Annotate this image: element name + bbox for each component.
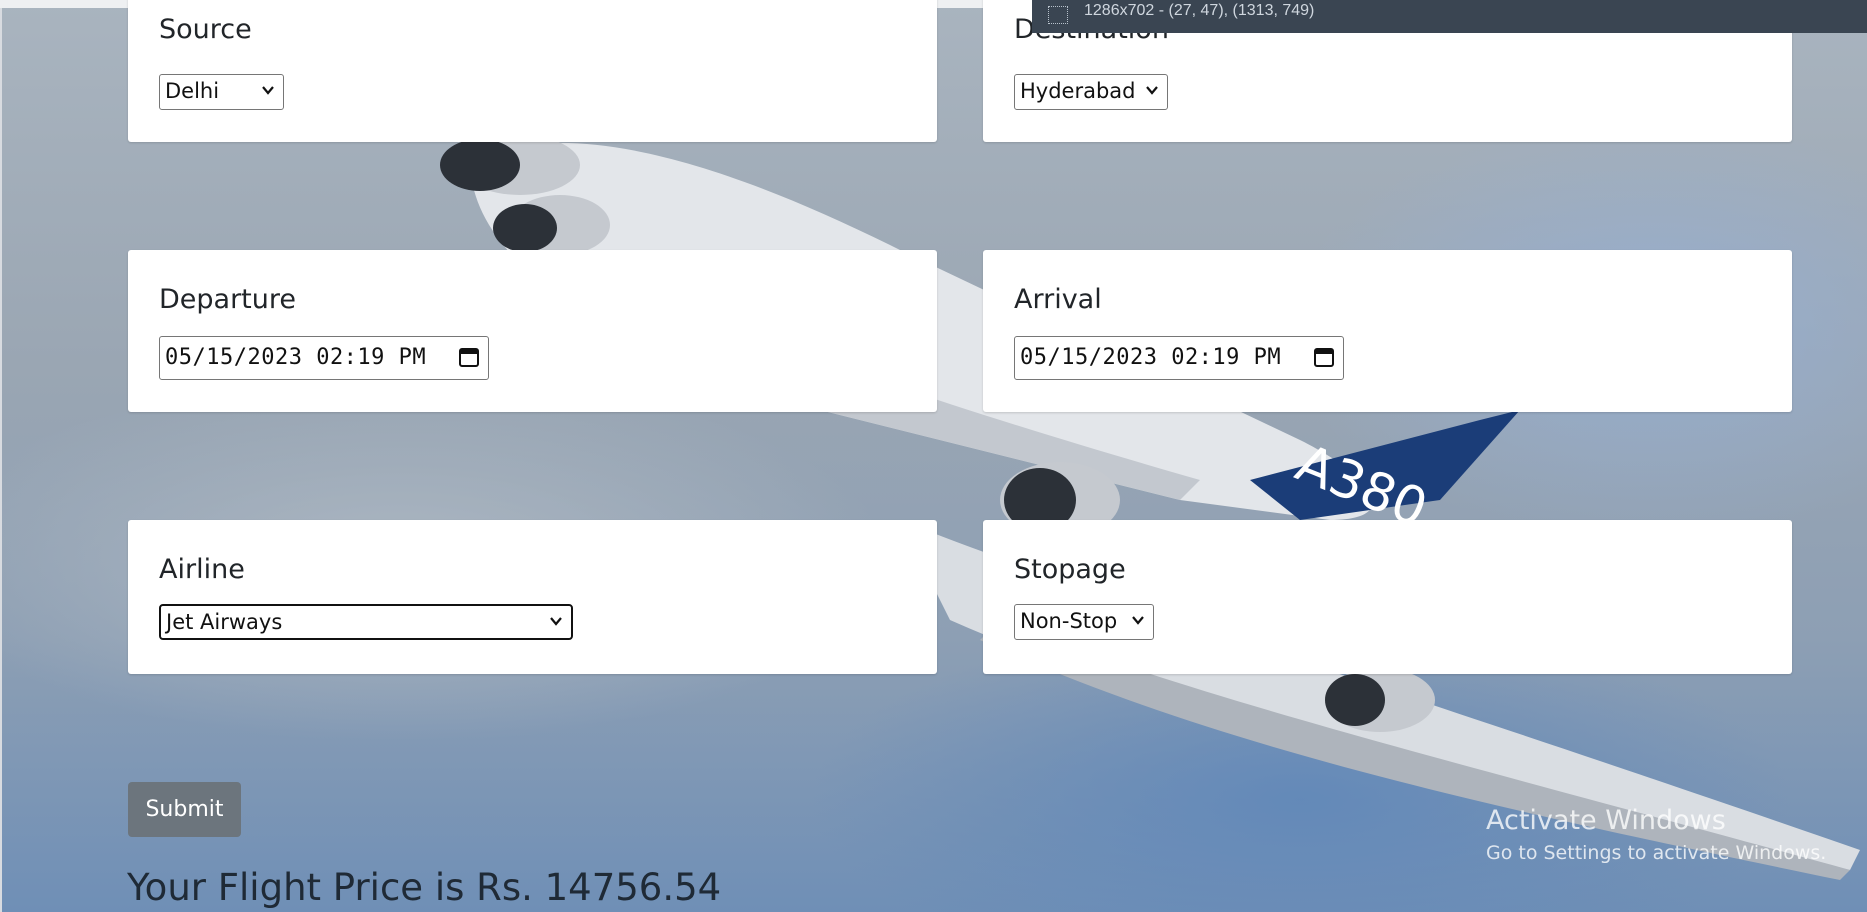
airline-label: Airline	[159, 554, 245, 585]
arrival-card: Arrival 05/15/2023 02:19 PM	[983, 250, 1792, 412]
departure-label: Departure	[159, 284, 297, 315]
arrival-label: Arrival	[1014, 284, 1102, 315]
calendar-icon[interactable]	[1313, 346, 1335, 368]
chevron-down-icon	[550, 617, 562, 626]
stopage-card: Stopage Non-Stop	[983, 520, 1792, 674]
flight-price-result: Your Flight Price is Rs. 14756.54	[127, 866, 722, 909]
selection-icon	[1048, 6, 1068, 24]
watermark-subtitle: Go to Settings to activate Windows.	[1486, 842, 1827, 864]
chevron-down-icon	[262, 86, 274, 95]
source-select[interactable]: Delhi	[159, 74, 284, 110]
stopage-label: Stopage	[1014, 554, 1126, 585]
screen-capture-overlay: 1286x702 - (27, 47), (1313, 749)	[1032, 0, 1867, 33]
destination-select[interactable]: Hyderabad	[1014, 74, 1168, 110]
stopage-select[interactable]: Non-Stop	[1014, 604, 1154, 640]
arrival-value: 05/15/2023 02:19 PM	[1020, 345, 1282, 370]
window-edge	[0, 0, 2, 912]
selection-info: 1286x702 - (27, 47), (1313, 749)	[1084, 2, 1315, 19]
airline-card: Airline Jet Airways	[128, 520, 937, 674]
calendar-icon[interactable]	[458, 346, 480, 368]
arrival-datetime-input[interactable]: 05/15/2023 02:19 PM	[1014, 336, 1344, 380]
watermark-title: Activate Windows	[1486, 805, 1726, 836]
departure-value: 05/15/2023 02:19 PM	[165, 345, 427, 370]
departure-datetime-input[interactable]: 05/15/2023 02:19 PM	[159, 336, 489, 380]
source-card: Source Delhi	[128, 0, 937, 142]
chevron-down-icon	[1146, 86, 1158, 95]
airline-value: Jet Airways	[166, 610, 283, 634]
submit-button[interactable]: Submit	[128, 782, 241, 837]
departure-card: Departure 05/15/2023 02:19 PM	[128, 250, 937, 412]
source-value: Delhi	[165, 79, 220, 103]
chevron-down-icon	[1132, 616, 1144, 625]
source-label: Source	[159, 14, 252, 45]
activate-windows-watermark: Activate Windows Go to Settings to activ…	[1486, 805, 1826, 864]
stopage-value: Non-Stop	[1020, 609, 1118, 633]
destination-value: Hyderabad	[1020, 79, 1136, 103]
airline-select[interactable]: Jet Airways	[159, 604, 573, 640]
